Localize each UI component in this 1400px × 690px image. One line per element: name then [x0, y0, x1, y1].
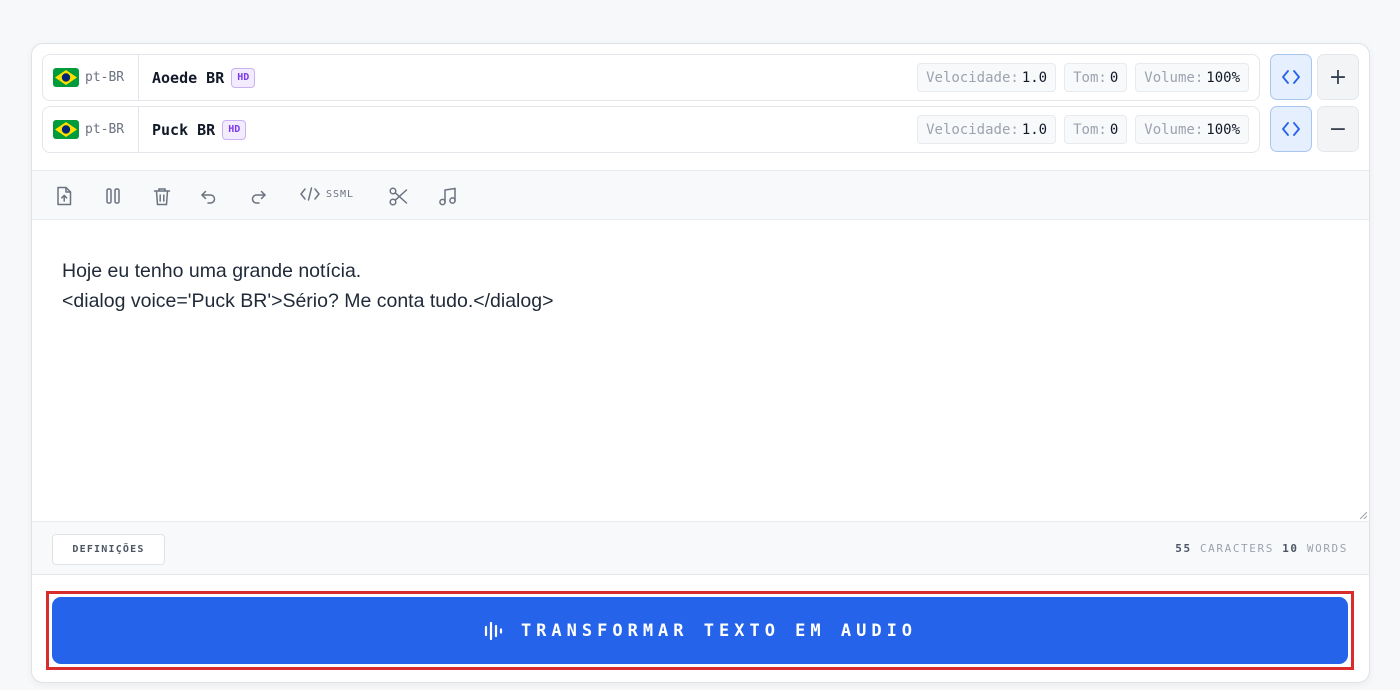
- voice-list: pt-BR Aoede BR HD Velocidade: 1.0 Tom: 0 V…: [32, 44, 1369, 170]
- pitch-label: Tom:: [1073, 69, 1107, 86]
- editor-line: <dialog voice='Puck BR'>Sério? Me conta …: [62, 290, 554, 312]
- ssml-label: SSML: [326, 188, 355, 200]
- insert-voice-tag-button[interactable]: [1270, 54, 1312, 100]
- pitch-param[interactable]: Tom: 0: [1064, 115, 1128, 144]
- voice-name: Aoede BR: [152, 68, 225, 87]
- voice-language: pt-BR: [43, 55, 139, 100]
- insert-voice-tag-button[interactable]: [1270, 106, 1312, 152]
- settings-button[interactable]: DEFINIÇÕES: [52, 534, 165, 565]
- text-editor[interactable]: Hoje eu tenho uma grande notícia. <dialo…: [32, 220, 1369, 521]
- char-label: CARACTERS: [1199, 542, 1274, 555]
- editor-line: Hoje eu tenho uma grande notícia.: [62, 260, 362, 282]
- editor-toolbar: SSML: [32, 170, 1369, 220]
- speed-label: Velocidade:: [926, 69, 1019, 86]
- volume-label: Volume:: [1144, 121, 1204, 138]
- code-brackets-icon: [1282, 122, 1300, 136]
- voice-row-aoede[interactable]: pt-BR Aoede BR HD Velocidade: 1.0 Tom: 0 V…: [42, 54, 1260, 101]
- volume-param[interactable]: Volume: 100%: [1135, 63, 1249, 92]
- brazil-flag-icon: [53, 120, 79, 139]
- voice-name: Puck BR: [152, 120, 216, 139]
- resize-handle-icon[interactable]: [1359, 511, 1367, 519]
- transform-button-label: TRANSFORMAR TEXTO EM AUDIO: [520, 620, 918, 641]
- voice-lang-code: pt-BR: [85, 70, 125, 85]
- voice-row-puck[interactable]: pt-BR Puck BR HD Velocidade: 1.0 Tom: 0 Vo…: [42, 106, 1260, 153]
- speed-label: Velocidade:: [926, 121, 1019, 138]
- speed-value: 1.0: [1021, 121, 1048, 138]
- brazil-flag-icon: [53, 68, 79, 87]
- speed-value: 1.0: [1021, 69, 1048, 86]
- redo-icon[interactable]: [247, 185, 269, 207]
- pitch-param[interactable]: Tom: 0: [1064, 63, 1128, 92]
- highlight-frame: TRANSFORMAR TEXTO EM AUDIO: [46, 591, 1354, 670]
- transform-text-to-audio-button[interactable]: TRANSFORMAR TEXTO EM AUDIO: [52, 597, 1348, 664]
- upload-file-icon[interactable]: [53, 185, 75, 207]
- remove-voice-button[interactable]: −: [1317, 106, 1359, 152]
- ssml-button[interactable]: SSML: [300, 187, 354, 201]
- voice-language: pt-BR: [43, 107, 139, 152]
- hd-badge: HD: [231, 67, 256, 88]
- pause-icon[interactable]: [102, 185, 124, 207]
- speed-param[interactable]: Velocidade: 1.0: [917, 115, 1057, 144]
- word-label: WORDS: [1306, 542, 1348, 555]
- volume-label: Volume:: [1144, 69, 1204, 86]
- voice-params: Velocidade: 1.0 Tom: 0 Volume: 100%: [917, 63, 1249, 92]
- text-stats: 55 CARACTERS 10 WORDS: [1175, 542, 1348, 555]
- add-voice-button[interactable]: +: [1317, 54, 1359, 100]
- music-note-icon[interactable]: [436, 185, 458, 207]
- undo-icon[interactable]: [198, 185, 220, 207]
- code-icon: [300, 187, 320, 201]
- tts-editor-card: pt-BR Aoede BR HD Velocidade: 1.0 Tom: 0 V…: [31, 43, 1370, 683]
- code-brackets-icon: [1282, 70, 1300, 84]
- volume-value: 100%: [1206, 121, 1240, 138]
- scissors-icon[interactable]: [387, 185, 409, 207]
- volume-value: 100%: [1206, 69, 1240, 86]
- volume-param[interactable]: Volume: 100%: [1135, 115, 1249, 144]
- hd-badge: HD: [222, 119, 247, 140]
- speed-param[interactable]: Velocidade: 1.0: [917, 63, 1057, 92]
- trash-icon[interactable]: [151, 185, 173, 207]
- audio-waveform-icon: [484, 621, 503, 640]
- pitch-value: 0: [1109, 69, 1119, 86]
- voice-params: Velocidade: 1.0 Tom: 0 Volume: 100%: [917, 115, 1249, 144]
- word-count: 10: [1282, 542, 1299, 555]
- pitch-label: Tom:: [1073, 121, 1107, 138]
- editor-footer: DEFINIÇÕES 55 CARACTERS 10 WORDS: [32, 521, 1369, 575]
- voice-lang-code: pt-BR: [85, 122, 125, 137]
- char-count: 55: [1175, 542, 1192, 555]
- pitch-value: 0: [1109, 121, 1119, 138]
